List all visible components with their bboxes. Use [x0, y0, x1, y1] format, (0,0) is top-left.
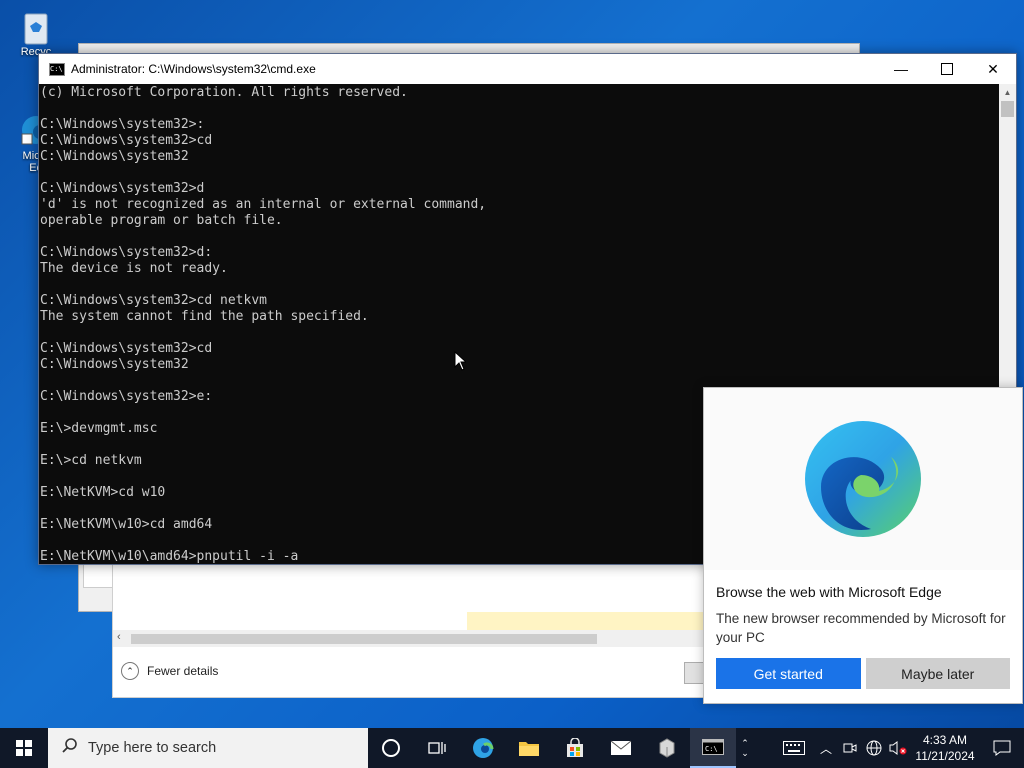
- edge-logo: [704, 388, 1022, 570]
- cortana-button[interactable]: [368, 728, 414, 768]
- edge-logo-icon: [805, 421, 921, 537]
- taskbar: Type here to search C:\ ⌃ ⌄ ︿ 4:33 AM 11…: [0, 728, 1024, 768]
- keyboard-button[interactable]: [774, 728, 814, 768]
- minimize-button[interactable]: —: [878, 54, 924, 84]
- mouse-cursor-icon: [454, 351, 466, 371]
- search-icon: [62, 738, 78, 758]
- meet-now-button[interactable]: [838, 728, 862, 768]
- chevron-up-icon: ︿: [819, 741, 832, 756]
- taskbar-store-button[interactable]: [552, 728, 598, 768]
- search-placeholder: Type here to search: [88, 740, 217, 756]
- close-button[interactable]: ✕: [970, 54, 1016, 84]
- system-tray: ︿ 4:33 AM 11/21/2024: [774, 728, 1024, 768]
- taskbar-scroll-button[interactable]: ⌃ ⌄: [736, 728, 754, 768]
- fewer-details-label: Fewer details: [147, 664, 219, 678]
- action-center-button[interactable]: [980, 728, 1024, 768]
- fewer-details-button[interactable]: ⌃ Fewer details: [121, 662, 218, 680]
- vertical-scroll-thumb[interactable]: [1001, 101, 1014, 117]
- console-line: (c) Microsoft Corporation. All rights re…: [40, 85, 408, 100]
- taskbar-mail-button[interactable]: [598, 728, 644, 768]
- horizontal-scrollbar[interactable]: ‹: [113, 630, 703, 647]
- network-button[interactable]: [862, 728, 886, 768]
- clock-time: 4:33 AM: [922, 733, 968, 747]
- edge-popup-body: The new browser recommended by Microsoft…: [716, 611, 1006, 645]
- windows-logo-icon: [16, 740, 32, 756]
- maximize-button[interactable]: [924, 54, 970, 84]
- recycle-bin-icon: [18, 8, 54, 45]
- horizontal-scroll-thumb[interactable]: [131, 634, 597, 644]
- scroll-left-icon[interactable]: ‹: [117, 631, 121, 643]
- console-line: C:\Windows\system32>d: [40, 181, 205, 196]
- get-started-button[interactable]: Get started: [716, 658, 861, 689]
- cortana-icon: [382, 739, 400, 757]
- console-line: C:\Windows\system32: [40, 149, 189, 164]
- mail-icon: [610, 740, 632, 755]
- console-line: C:\Windows\system32>d:: [40, 245, 213, 260]
- network-globe-icon: [866, 740, 882, 756]
- console-line: The system cannot find the path specifie…: [40, 309, 369, 324]
- console-line: C:\Windows\system32>cd: [40, 341, 213, 356]
- cmd-title: Administrator: C:\Windows\system32\cmd.e…: [71, 62, 316, 76]
- desktop-icon-recycle-bin[interactable]: Recyc: [6, 8, 66, 58]
- task-view-icon: [428, 742, 446, 754]
- chevron-up-icon: ⌃: [121, 662, 139, 680]
- keyboard-icon: [783, 741, 805, 755]
- edge-popup-heading: Browse the web with Microsoft Edge: [716, 584, 942, 600]
- end-task-button[interactable]: [684, 662, 705, 684]
- edge-promo-popup: Browse the web with Microsoft Edge The n…: [703, 387, 1023, 704]
- console-line: operable program or batch file.: [40, 213, 283, 228]
- console-line: The device is not ready.: [40, 261, 228, 276]
- start-button[interactable]: [0, 728, 48, 768]
- console-line: 'd' is not recognized as an internal or …: [40, 197, 487, 212]
- edge-icon: [473, 738, 494, 758]
- folder-icon: [519, 742, 539, 756]
- close-icon: ✕: [987, 60, 999, 77]
- scroll-up-icon[interactable]: ▲: [999, 84, 1016, 101]
- task-manager-window[interactable]: ‹ ⌃ Fewer details: [112, 560, 705, 698]
- taskbar-search-box[interactable]: Type here to search: [48, 728, 368, 768]
- task-view-button[interactable]: [414, 728, 460, 768]
- console-line: C:\Windows\system32: [40, 357, 189, 372]
- svg-text:C:\: C:\: [705, 745, 718, 753]
- taskbar-app-button[interactable]: [644, 728, 690, 768]
- cmd-icon: C:\: [702, 739, 724, 755]
- minimize-icon: —: [894, 61, 908, 77]
- show-hidden-icons-button[interactable]: ︿: [814, 728, 838, 768]
- cmd-app-icon: C:\: [49, 62, 65, 76]
- package-icon: [659, 738, 675, 758]
- console-line: C:\Windows\system32>cd netkvm: [40, 293, 267, 308]
- volume-button[interactable]: [886, 728, 910, 768]
- maybe-later-button[interactable]: Maybe later: [865, 658, 1010, 689]
- taskbar-file-explorer-button[interactable]: [506, 728, 552, 768]
- taskbar-cmd-button[interactable]: C:\: [690, 728, 736, 768]
- store-bag-icon: [567, 738, 583, 757]
- clock[interactable]: 4:33 AM 11/21/2024: [910, 732, 980, 764]
- meet-now-icon: [843, 743, 857, 753]
- chevron-up-down-icon: ⌃ ⌄: [741, 738, 749, 758]
- taskbar-edge-button[interactable]: [460, 728, 506, 768]
- cmd-titlebar[interactable]: C:\ Administrator: C:\Windows\system32\c…: [39, 54, 1016, 84]
- clock-date: 11/21/2024: [915, 749, 975, 763]
- console-line: C:\Windows\system32>cd: [40, 133, 213, 148]
- maximize-icon: [941, 63, 953, 75]
- volume-muted-icon: [889, 741, 907, 755]
- table-highlight-cells: [467, 612, 703, 630]
- console-line: C:\Windows\system32>:: [40, 117, 205, 132]
- notification-icon: [993, 740, 1011, 756]
